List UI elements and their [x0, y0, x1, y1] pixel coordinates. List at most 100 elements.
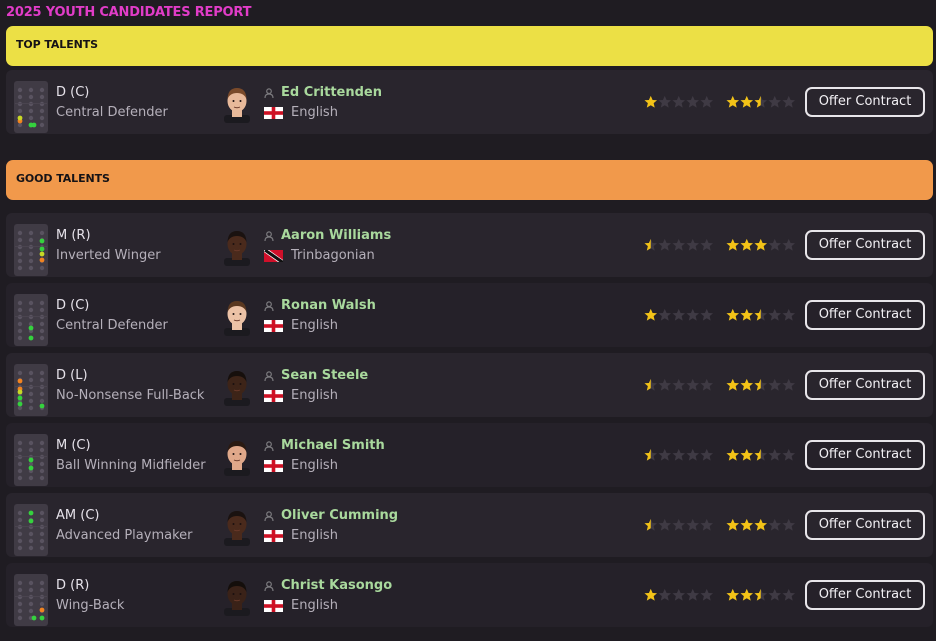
section-good-talents: GOOD TALENTS: [6, 160, 933, 200]
nationality: English: [291, 105, 338, 120]
player-row[interactable]: M (C) Ball Winning Midfielder Michael Smit…: [6, 423, 933, 487]
star-icon: [740, 378, 754, 391]
star-icon: [726, 95, 740, 108]
player-face-icon: [220, 436, 254, 476]
player-face-icon: [220, 576, 254, 616]
player-name[interactable]: Christ Kasongo: [281, 578, 392, 593]
star-icon: [726, 518, 740, 531]
star-icon: [754, 238, 768, 251]
star-icon: [644, 238, 658, 251]
star-icon: [754, 95, 768, 108]
player-name[interactable]: Michael Smith: [281, 438, 385, 453]
star-icon: [726, 238, 740, 251]
nationality: Trinbagonian: [291, 248, 375, 263]
player-face-icon: [220, 506, 254, 546]
position-dot: [28, 457, 34, 463]
offer-contract-button[interactable]: Offer Contract: [805, 300, 925, 330]
player-name[interactable]: Aaron Williams: [281, 228, 391, 243]
potential-ability-stars: [726, 448, 796, 462]
player-name[interactable]: Ronan Walsh: [281, 298, 376, 313]
offer-contract-button[interactable]: Offer Contract: [805, 230, 925, 260]
star-icon: [700, 448, 714, 461]
player-role: Central Defender: [56, 318, 168, 333]
potential-ability-stars: [726, 518, 796, 532]
star-icon: [740, 95, 754, 108]
star-icon: [726, 308, 740, 321]
current-ability-stars: [644, 308, 714, 322]
player-name[interactable]: Ed Crittenden: [281, 85, 382, 100]
position-dot: [28, 335, 34, 341]
star-icon: [700, 588, 714, 601]
star-icon: [644, 378, 658, 391]
player-row[interactable]: D (C) Central Defender Ronan Walsh English O…: [6, 283, 933, 347]
nationality: English: [291, 528, 338, 543]
player-role: Wing-Back: [56, 598, 125, 613]
offer-contract-button[interactable]: Offer Contract: [805, 580, 925, 610]
star-icon: [700, 518, 714, 531]
star-icon: [658, 238, 672, 251]
star-icon: [782, 448, 796, 461]
offer-contract-button[interactable]: Offer Contract: [805, 87, 925, 117]
player-face-icon: [220, 226, 254, 266]
star-icon: [768, 448, 782, 461]
player-name[interactable]: Oliver Cumming: [281, 508, 398, 523]
star-icon: [754, 378, 768, 391]
position-dot: [39, 246, 45, 252]
star-icon: [754, 518, 768, 531]
position-code: M (C): [56, 438, 91, 453]
player-row[interactable]: D (R) Wing-Back Christ Kasongo English Offer…: [6, 563, 933, 627]
potential-ability-stars: [726, 588, 796, 602]
star-icon: [658, 95, 672, 108]
england-flag-icon: [264, 106, 291, 119]
person-icon: [264, 230, 274, 241]
current-ability-stars: [644, 518, 714, 532]
nationality: English: [291, 458, 338, 473]
star-icon: [726, 448, 740, 461]
star-icon: [754, 588, 768, 601]
star-icon: [672, 308, 686, 321]
position-pitch-icon: [14, 504, 48, 556]
position-dot: [28, 518, 34, 524]
offer-contract-button[interactable]: Offer Contract: [805, 510, 925, 540]
nationality: English: [291, 318, 338, 333]
position-dot: [39, 257, 45, 263]
person-icon: [264, 87, 274, 98]
england-flag-icon: [264, 529, 291, 542]
star-icon: [644, 448, 658, 461]
potential-ability-stars: [726, 378, 796, 392]
star-icon: [768, 378, 782, 391]
position-dot: [17, 389, 23, 395]
offer-contract-button[interactable]: Offer Contract: [805, 370, 925, 400]
england-flag-icon: [264, 319, 291, 332]
star-icon: [644, 518, 658, 531]
position-dot: [31, 122, 37, 128]
player-row[interactable]: AM (C) Advanced Playmaker Oliver Cumming En…: [6, 493, 933, 557]
star-icon: [768, 238, 782, 251]
star-icon: [644, 95, 658, 108]
current-ability-stars: [644, 378, 714, 392]
position-code: D (L): [56, 368, 88, 383]
player-role: No-Nonsense Full-Back: [56, 388, 205, 403]
star-icon: [726, 588, 740, 601]
england-flag-icon: [264, 459, 291, 472]
star-icon: [686, 238, 700, 251]
star-icon: [782, 588, 796, 601]
player-role: Inverted Winger: [56, 248, 161, 263]
position-dot: [39, 238, 45, 244]
position-code: D (C): [56, 85, 90, 100]
position-pitch-icon: [14, 294, 48, 346]
position-dot: [39, 251, 45, 257]
player-row[interactable]: M (R) Inverted Winger Aaron Williams Trinba…: [6, 213, 933, 277]
current-ability-stars: [644, 448, 714, 462]
position-dot: [31, 615, 37, 621]
position-dot: [28, 325, 34, 331]
player-row[interactable]: D (L) No-Nonsense Full-Back Sean Steele Eng…: [6, 353, 933, 417]
player-name[interactable]: Sean Steele: [281, 368, 368, 383]
position-pitch-icon: [14, 574, 48, 626]
position-pitch-icon: [14, 224, 48, 276]
offer-contract-button[interactable]: Offer Contract: [805, 440, 925, 470]
star-icon: [700, 378, 714, 391]
player-row[interactable]: D (C) Central Defender Ed Crittenden Englis…: [6, 70, 933, 134]
person-icon: [264, 580, 274, 591]
position-dot: [17, 115, 23, 121]
